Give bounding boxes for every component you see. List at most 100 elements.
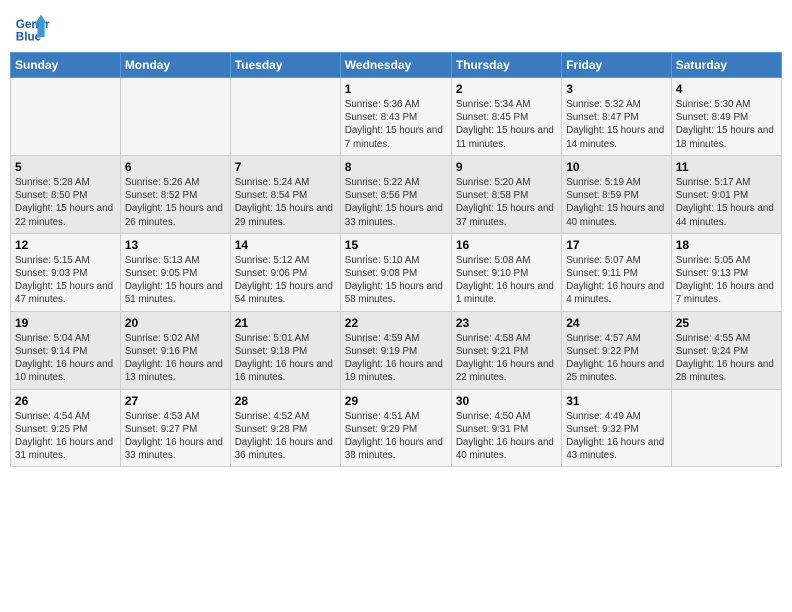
calendar-week-row: 5 Sunrise: 5:28 AM Sunset: 8:50 PM Daylig… (11, 155, 782, 233)
weekday-header-friday: Friday (562, 53, 672, 78)
day-info: Sunrise: 5:04 AM Sunset: 9:14 PM Dayligh… (15, 332, 116, 385)
calendar-cell: 23 Sunrise: 4:58 AM Sunset: 9:21 PM Dayli… (451, 311, 561, 389)
calendar-week-row: 12 Sunrise: 5:15 AM Sunset: 9:03 PM Dayli… (11, 233, 782, 311)
weekday-header-sunday: Sunday (11, 53, 121, 78)
day-number: 24 (566, 316, 667, 330)
day-info: Sunrise: 4:54 AM Sunset: 9:25 PM Dayligh… (15, 410, 116, 463)
day-number: 21 (235, 316, 336, 330)
calendar-cell: 12 Sunrise: 5:15 AM Sunset: 9:03 PM Dayli… (11, 233, 121, 311)
day-info: Sunrise: 5:20 AM Sunset: 8:58 PM Dayligh… (456, 176, 557, 229)
calendar-cell: 14 Sunrise: 5:12 AM Sunset: 9:06 PM Dayli… (230, 233, 340, 311)
day-number: 28 (235, 394, 336, 408)
calendar-cell: 2 Sunrise: 5:34 AM Sunset: 8:45 PM Daylig… (451, 78, 561, 156)
calendar-cell: 4 Sunrise: 5:30 AM Sunset: 8:49 PM Daylig… (671, 78, 781, 156)
day-number: 1 (345, 82, 447, 96)
day-number: 23 (456, 316, 557, 330)
calendar-cell: 28 Sunrise: 4:52 AM Sunset: 9:28 PM Dayli… (230, 389, 340, 467)
day-info: Sunrise: 4:58 AM Sunset: 9:21 PM Dayligh… (456, 332, 557, 385)
logo: General Blue (14, 10, 50, 46)
day-number: 17 (566, 238, 667, 252)
calendar-cell: 20 Sunrise: 5:02 AM Sunset: 9:16 PM Dayli… (120, 311, 230, 389)
weekday-header-row: SundayMondayTuesdayWednesdayThursdayFrid… (11, 53, 782, 78)
day-info: Sunrise: 5:07 AM Sunset: 9:11 PM Dayligh… (566, 254, 667, 307)
day-info: Sunrise: 5:10 AM Sunset: 9:08 PM Dayligh… (345, 254, 447, 307)
day-info: Sunrise: 4:55 AM Sunset: 9:24 PM Dayligh… (676, 332, 777, 385)
day-info: Sunrise: 4:51 AM Sunset: 9:29 PM Dayligh… (345, 410, 447, 463)
calendar-week-row: 19 Sunrise: 5:04 AM Sunset: 9:14 PM Dayli… (11, 311, 782, 389)
day-info: Sunrise: 5:12 AM Sunset: 9:06 PM Dayligh… (235, 254, 336, 307)
day-number: 6 (125, 160, 226, 174)
day-number: 19 (15, 316, 116, 330)
day-number: 31 (566, 394, 667, 408)
day-number: 22 (345, 316, 447, 330)
calendar-cell (11, 78, 121, 156)
weekday-header-wednesday: Wednesday (340, 53, 451, 78)
day-info: Sunrise: 4:52 AM Sunset: 9:28 PM Dayligh… (235, 410, 336, 463)
calendar-cell: 29Sunrise: 4:51 AM Sunset: 9:29 PM Dayli… (340, 389, 451, 467)
calendar-cell: 24 Sunrise: 4:57 AM Sunset: 9:22 PM Dayli… (562, 311, 672, 389)
day-info: Sunrise: 5:34 AM Sunset: 8:45 PM Dayligh… (456, 98, 557, 151)
calendar-cell: 3Sunrise: 5:32 AM Sunset: 8:47 PM Daylig… (562, 78, 672, 156)
day-number: 12 (15, 238, 116, 252)
calendar-cell: 17 Sunrise: 5:07 AM Sunset: 9:11 PM Dayli… (562, 233, 672, 311)
day-number: 4 (676, 82, 777, 96)
day-number: 3 (566, 82, 667, 96)
calendar-cell: 30 Sunrise: 4:50 AM Sunset: 9:31 PM Dayli… (451, 389, 561, 467)
page-header: General Blue (10, 10, 782, 46)
calendar-cell: 10 Sunrise: 5:19 AM Sunset: 8:59 PM Dayli… (562, 155, 672, 233)
weekday-header-thursday: Thursday (451, 53, 561, 78)
logo-icon: General Blue (14, 10, 50, 46)
day-info: Sunrise: 5:26 AM Sunset: 8:52 PM Dayligh… (125, 176, 226, 229)
calendar-week-row: 26Sunrise: 4:54 AM Sunset: 9:25 PM Dayli… (11, 389, 782, 467)
weekday-header-tuesday: Tuesday (230, 53, 340, 78)
day-number: 18 (676, 238, 777, 252)
day-number: 13 (125, 238, 226, 252)
day-number: 11 (676, 160, 777, 174)
day-info: Sunrise: 5:13 AM Sunset: 9:05 PM Dayligh… (125, 254, 226, 307)
calendar-cell (120, 78, 230, 156)
weekday-header-saturday: Saturday (671, 53, 781, 78)
day-number: 20 (125, 316, 226, 330)
day-info: Sunrise: 5:30 AM Sunset: 8:49 PM Dayligh… (676, 98, 777, 151)
calendar-cell: 19 Sunrise: 5:04 AM Sunset: 9:14 PM Dayli… (11, 311, 121, 389)
day-info: Sunrise: 5:19 AM Sunset: 8:59 PM Dayligh… (566, 176, 667, 229)
day-number: 9 (456, 160, 557, 174)
day-number: 16 (456, 238, 557, 252)
calendar-cell (230, 78, 340, 156)
day-info: Sunrise: 5:28 AM Sunset: 8:50 PM Dayligh… (15, 176, 116, 229)
calendar-cell (671, 389, 781, 467)
day-info: Sunrise: 5:02 AM Sunset: 9:16 PM Dayligh… (125, 332, 226, 385)
day-number: 14 (235, 238, 336, 252)
calendar-cell: 22 Sunrise: 4:59 AM Sunset: 9:19 PM Dayli… (340, 311, 451, 389)
day-info: Sunrise: 4:49 AM Sunset: 9:32 PM Dayligh… (566, 410, 667, 463)
calendar-cell: 26Sunrise: 4:54 AM Sunset: 9:25 PM Dayli… (11, 389, 121, 467)
day-info: Sunrise: 4:57 AM Sunset: 9:22 PM Dayligh… (566, 332, 667, 385)
calendar-cell: 15 Sunrise: 5:10 AM Sunset: 9:08 PM Dayli… (340, 233, 451, 311)
calendar-cell: 31 Sunrise: 4:49 AM Sunset: 9:32 PM Dayli… (562, 389, 672, 467)
day-info: Sunrise: 4:59 AM Sunset: 9:19 PM Dayligh… (345, 332, 447, 385)
day-info: Sunrise: 5:22 AM Sunset: 8:56 PM Dayligh… (345, 176, 447, 229)
day-number: 27 (125, 394, 226, 408)
calendar-cell: 6 Sunrise: 5:26 AM Sunset: 8:52 PM Daylig… (120, 155, 230, 233)
day-info: Sunrise: 5:15 AM Sunset: 9:03 PM Dayligh… (15, 254, 116, 307)
day-number: 30 (456, 394, 557, 408)
day-info: Sunrise: 5:01 AM Sunset: 9:18 PM Dayligh… (235, 332, 336, 385)
day-number: 15 (345, 238, 447, 252)
day-number: 10 (566, 160, 667, 174)
calendar-cell: 8 Sunrise: 5:22 AM Sunset: 8:56 PM Daylig… (340, 155, 451, 233)
day-info: Sunrise: 4:50 AM Sunset: 9:31 PM Dayligh… (456, 410, 557, 463)
day-info: Sunrise: 5:17 AM Sunset: 9:01 PM Dayligh… (676, 176, 777, 229)
calendar-cell: 5 Sunrise: 5:28 AM Sunset: 8:50 PM Daylig… (11, 155, 121, 233)
day-info: Sunrise: 5:24 AM Sunset: 8:54 PM Dayligh… (235, 176, 336, 229)
calendar-cell: 11 Sunrise: 5:17 AM Sunset: 9:01 PM Dayli… (671, 155, 781, 233)
day-number: 2 (456, 82, 557, 96)
calendar-cell: 9 Sunrise: 5:20 AM Sunset: 8:58 PM Daylig… (451, 155, 561, 233)
day-info: Sunrise: 5:08 AM Sunset: 9:10 PM Dayligh… (456, 254, 557, 307)
calendar-cell: 1Sunrise: 5:36 AM Sunset: 8:43 PM Daylig… (340, 78, 451, 156)
day-number: 5 (15, 160, 116, 174)
calendar-cell: 27Sunrise: 4:53 AM Sunset: 9:27 PM Dayli… (120, 389, 230, 467)
day-number: 25 (676, 316, 777, 330)
day-number: 8 (345, 160, 447, 174)
weekday-header-monday: Monday (120, 53, 230, 78)
day-info: Sunrise: 5:05 AM Sunset: 9:13 PM Dayligh… (676, 254, 777, 307)
